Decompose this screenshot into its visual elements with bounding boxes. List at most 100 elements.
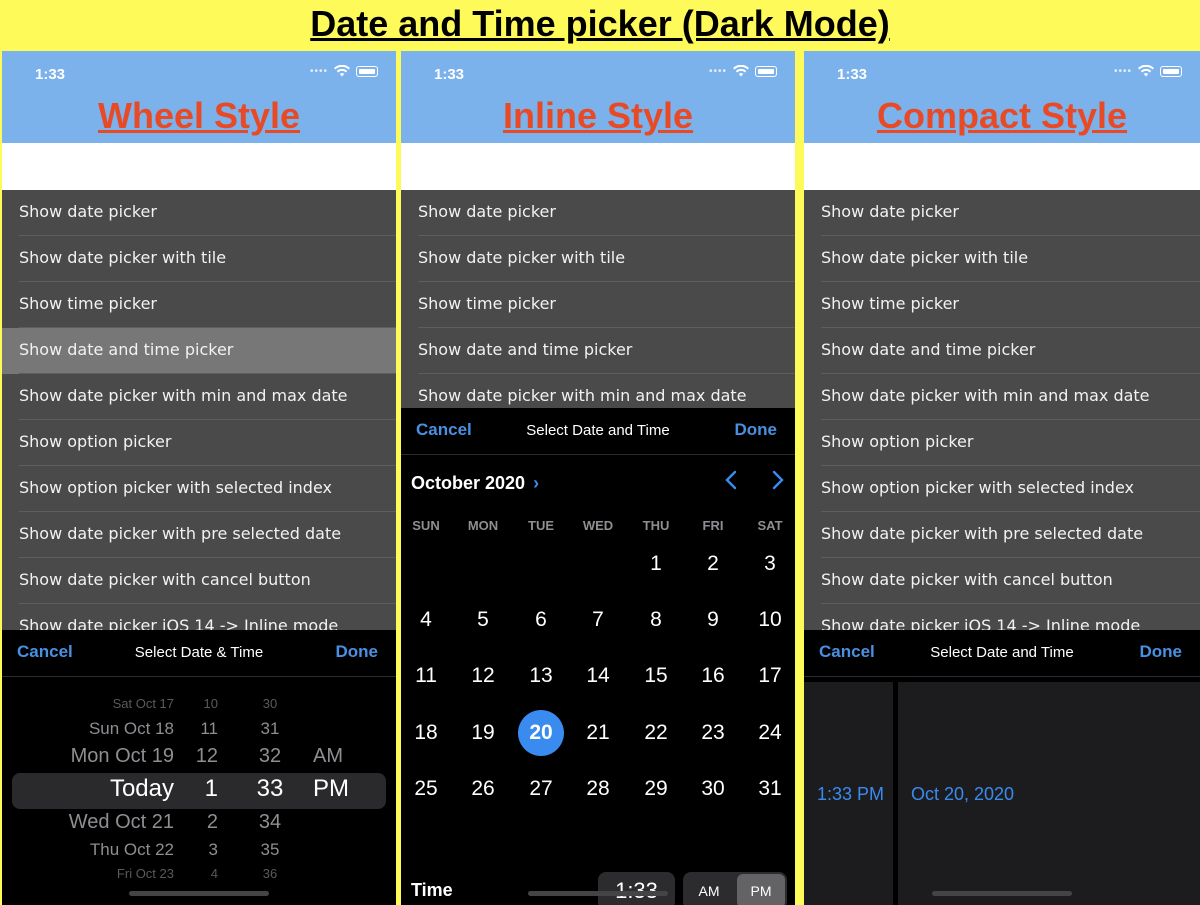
calendar-day[interactable]: 4 [403,597,449,643]
list-item[interactable]: Show option picker with selected index [804,466,1200,512]
calendar-day[interactable]: 27 [518,766,564,812]
chevron-right-icon: › [533,473,540,493]
calendar-day[interactable]: 12 [460,653,506,699]
calendar-day[interactable]: 22 [633,710,679,756]
calendar-day[interactable]: 21 [575,710,621,756]
calendar-day[interactable]: 24 [747,710,793,756]
calendar-day[interactable]: 11 [403,653,449,699]
list-item[interactable]: Show option picker with selected index [2,466,396,512]
picker-toolbar: Cancel Select Date and Time Done [401,408,795,455]
spacer-band [2,143,396,190]
calendar-day[interactable]: 5 [460,597,506,643]
calendar-day[interactable]: 2 [690,541,736,587]
list-item[interactable]: Show date picker with tile [2,236,396,282]
picker-toolbar: Cancel Select Date and Time Done [804,630,1200,677]
list-item[interactable]: Show date picker with tile [804,236,1200,282]
next-month-button[interactable] [771,470,785,496]
list-item[interactable]: Show date and time picker [804,328,1200,374]
list-item[interactable]: Show time picker [401,282,795,328]
am-segment[interactable]: AM [683,872,735,905]
list-item[interactable]: Show date picker with min and max date [804,374,1200,420]
calendar-day[interactable]: 30 [690,766,736,812]
status-bar: 1:33 •••• Inline Style [401,51,795,143]
wheel-picker[interactable]: Sat Oct 17 10 30 Sun Oct 18 11 31 Mon Oct 19 12… [2,678,396,905]
calendar-day[interactable]: 15 [633,653,679,699]
compact-time-value[interactable]: 1:33 PM [817,784,884,805]
calendar-day[interactable]: 16 [690,653,736,699]
list-item[interactable]: Show time picker [2,282,396,328]
list-item[interactable]: Show date picker iOS 14 -> Inline mode [2,604,396,630]
list-item[interactable]: Show date picker with cancel button [804,558,1200,604]
time-field[interactable]: 1:33 [598,872,675,905]
signal-icon: •••• [1113,65,1132,77]
wheel-row[interactable]: Fri Oct 23 4 36 [2,859,396,889]
wheel-date-cell: Sun Oct 18 [88,719,174,738]
list-item[interactable]: Show date picker [2,190,396,236]
list-item[interactable]: Show date picker with min and max date [2,374,396,420]
chevron-left-icon [725,470,737,490]
style-title: Wheel Style [97,95,301,136]
wheel-hour-cell: 11 [200,719,218,738]
calendar-day[interactable]: 17 [747,653,793,699]
signal-icon: •••• [708,65,727,77]
calendar-day-selected[interactable]: 20 [518,710,564,756]
wheel-row[interactable]: Sun Oct 18 11 31 [2,714,396,744]
wheel-minute-cell: 32 [258,745,282,767]
list-item[interactable]: Show date picker [401,190,795,236]
done-button[interactable]: Done [1140,642,1183,662]
picker-toolbar: Cancel Select Date & Time Done [2,630,396,677]
calendar-day[interactable]: 31 [747,766,793,812]
wheel-row[interactable]: Today 1 33 PM [2,774,396,804]
wheel-row[interactable]: Wed Oct 21 2 34 [2,807,396,837]
list-item[interactable]: Show date picker [804,190,1200,236]
previous-month-button[interactable] [724,470,738,496]
wheel-minute-cell: 36 [262,866,278,881]
list-item[interactable]: Show date and time picker [401,328,795,374]
list-item[interactable]: Show date picker with pre selected date [804,512,1200,558]
compact-date-value[interactable]: Oct 20, 2020 [911,784,1014,805]
done-button[interactable]: Done [735,420,778,440]
wheel-date-cell: Fri Oct 23 [116,866,174,881]
calendar-day[interactable]: 6 [518,597,564,643]
calendar-day[interactable]: 19 [460,710,506,756]
wheel-minute-cell: 31 [260,719,280,738]
status-bar: 1:33 •••• Wheel Style [2,51,396,143]
weekday-header: SUN [412,518,440,533]
list-item-selected[interactable]: Show date and time picker [2,328,396,374]
wheel-date-cell: Wed Oct 21 [68,811,174,833]
compact-time-panel[interactable]: 1:33 PM [804,682,893,905]
wheel-style-phone: 1:33 •••• Wheel Style Show date picker S… [2,51,396,905]
compact-date-panel[interactable]: Oct 20, 2020 [898,682,1200,905]
calendar-day[interactable]: 10 [747,597,793,643]
calendar-day[interactable]: 9 [690,597,736,643]
list-item[interactable]: Show date picker with min and max date [401,374,795,410]
calendar-day[interactable]: 3 [747,541,793,587]
calendar-day[interactable]: 18 [403,710,449,756]
done-button[interactable]: Done [336,642,379,662]
list-item[interactable]: Show date picker iOS 14 -> Inline mode [804,604,1200,630]
pm-segment[interactable]: PM [737,874,785,905]
calendar-day[interactable]: 7 [575,597,621,643]
list-item[interactable]: Show date picker with cancel button [2,558,396,604]
style-title: Compact Style [876,95,1128,136]
list-item[interactable]: Show option picker [804,420,1200,466]
calendar-day[interactable]: 29 [633,766,679,812]
list-item[interactable]: Show date picker with tile [401,236,795,282]
calendar-day[interactable]: 23 [690,710,736,756]
wheel-row[interactable]: Mon Oct 19 12 32 AM [2,741,396,771]
wheel-ampm-cell: AM [313,745,343,767]
calendar-day[interactable]: 28 [575,766,621,812]
calendar-day[interactable]: 13 [518,653,564,699]
calendar-day[interactable]: 14 [575,653,621,699]
calendar-day[interactable]: 1 [633,541,679,587]
weekday-header: THU [642,518,670,533]
calendar-day[interactable]: 25 [403,766,449,812]
status-time: 1:33 [837,66,868,83]
calendar-day[interactable]: 8 [633,597,679,643]
month-selector[interactable]: October 2020 › [411,473,539,494]
list-item[interactable]: Show option picker [2,420,396,466]
wheel-minute-cell: 33 [256,775,284,802]
list-item[interactable]: Show date picker with pre selected date [2,512,396,558]
list-item[interactable]: Show time picker [804,282,1200,328]
calendar-day[interactable]: 26 [460,766,506,812]
